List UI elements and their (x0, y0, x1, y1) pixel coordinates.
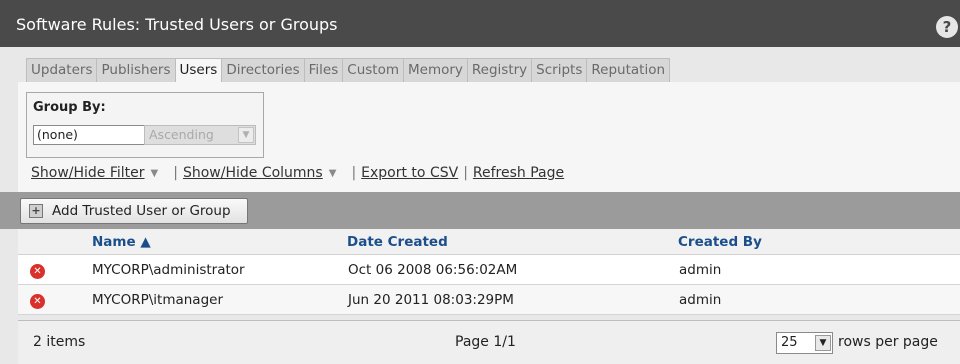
item-count: 2 items (33, 334, 86, 350)
column-header-date-created[interactable]: Date Created (347, 234, 448, 250)
chevron-down-icon: ▼ (238, 127, 254, 143)
export-csv-link[interactable]: Export to CSV (361, 165, 458, 181)
column-header-created-by[interactable]: Created By (678, 234, 762, 250)
title-bar: Software Rules: Trusted Users or Groups … (0, 0, 960, 47)
group-by-box: Group By: (none) ▼ Ascending ▼ (26, 92, 264, 158)
rows-per-page-label: rows per page (838, 334, 938, 350)
sort-order-select: Ascending ▼ (144, 125, 256, 145)
columns-dropdown-icon[interactable]: ▼ (329, 168, 337, 179)
tab-registry[interactable]: Registry (466, 58, 532, 83)
link-divider: | (463, 165, 468, 181)
rows-per-page-value: 25 (781, 335, 798, 350)
group-by-label: Group By: (33, 100, 106, 115)
add-icon: + (29, 204, 43, 218)
window-title: Software Rules: Trusted Users or Groups (16, 15, 338, 34)
add-trusted-user-button[interactable]: + Add Trusted User or Group (20, 198, 248, 224)
link-divider: | (351, 165, 357, 181)
cell-name: MYCORP\administrator (92, 262, 245, 278)
table-header: Name ▲ Date Created Created By (18, 229, 960, 255)
rule-tabs: Updaters Publishers Users Directories Fi… (26, 58, 671, 85)
link-divider: | (173, 165, 178, 181)
tab-updaters[interactable]: Updaters (26, 58, 97, 83)
delete-icon[interactable]: ✕ (30, 264, 45, 279)
cell-created-by: admin (679, 262, 722, 278)
tab-files[interactable]: Files (303, 58, 343, 83)
users-table: Name ▲ Date Created Created By ✕ MYCORP\… (18, 229, 960, 315)
tab-memory[interactable]: Memory (403, 58, 467, 83)
delete-icon[interactable]: ✕ (30, 294, 45, 309)
refresh-page-link[interactable]: Refresh Page (473, 165, 564, 181)
tab-reputation[interactable]: Reputation (586, 58, 671, 83)
tab-publishers[interactable]: Publishers (96, 58, 175, 83)
group-by-value: (none) (37, 127, 78, 142)
tab-custom[interactable]: Custom (342, 58, 403, 83)
filter-dropdown-icon[interactable]: ▼ (151, 168, 159, 179)
page-indicator: Page 1/1 (455, 334, 516, 350)
chevron-down-icon[interactable]: ▼ (815, 335, 831, 351)
table-footer: 2 items Page 1/1 25 ▼ rows per page (18, 320, 960, 364)
show-hide-columns-link[interactable]: Show/Hide Columns (183, 165, 323, 181)
sort-order-value: Ascending (149, 127, 214, 142)
add-button-label: Add Trusted User or Group (52, 203, 231, 219)
cell-date-created: Oct 06 2008 06:56:02AM (348, 262, 518, 278)
cell-created-by: admin (679, 292, 722, 308)
show-hide-filter-link[interactable]: Show/Hide Filter (31, 165, 145, 181)
rows-per-page-select[interactable]: 25 ▼ (776, 332, 833, 354)
action-links: Show/Hide Filter ▼ | Show/Hide Columns ▼… (31, 165, 564, 181)
tab-scripts[interactable]: Scripts (531, 58, 587, 83)
help-icon[interactable]: ? (936, 16, 958, 38)
cell-name: MYCORP\itmanager (92, 292, 223, 308)
cell-date-created: Jun 20 2011 08:03:29PM (348, 292, 514, 308)
table-row[interactable]: ✕ MYCORP\administrator Oct 06 2008 06:56… (18, 255, 960, 285)
tab-directories[interactable]: Directories (221, 58, 304, 83)
table-row[interactable]: ✕ MYCORP\itmanager Jun 20 2011 08:03:29P… (18, 285, 960, 315)
column-header-name[interactable]: Name ▲ (92, 234, 151, 250)
tab-users[interactable]: Users (174, 58, 222, 85)
